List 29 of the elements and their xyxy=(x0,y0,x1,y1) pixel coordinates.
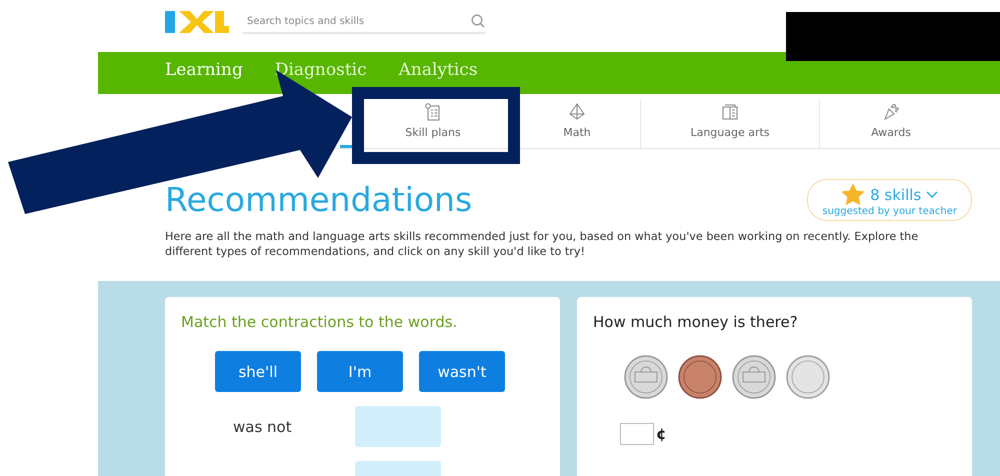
nav-tab[interactable]: Diagnostic xyxy=(274,60,367,80)
subnav-tab[interactable]: Awards xyxy=(819,100,962,148)
answer-tile[interactable]: wasn't xyxy=(419,351,505,392)
subnav-tab[interactable]: Math xyxy=(513,100,640,148)
search-field[interactable]: Search topics and skills xyxy=(243,16,471,26)
star-icon xyxy=(841,183,866,206)
nav-tab[interactable]: Learning xyxy=(165,60,243,80)
answer-tile[interactable]: she'll xyxy=(215,351,301,392)
logo-icon xyxy=(165,11,229,33)
page-title: Recommendations xyxy=(165,183,472,217)
subnav-tab[interactable]: Language arts xyxy=(640,100,819,148)
chevron-down-icon xyxy=(926,190,938,198)
subnav-tab[interactable]: Skill plans xyxy=(352,100,513,148)
skill-plans-icon xyxy=(424,103,442,121)
answer-field[interactable] xyxy=(620,423,654,445)
word-label: was not xyxy=(233,418,293,436)
cent-sign: ¢ xyxy=(656,425,666,443)
question-prompt: How much money is there? xyxy=(593,313,799,331)
teacher-skills-button[interactable]: 8 skills suggested by your teacher xyxy=(807,179,972,221)
search-icon xyxy=(471,14,485,28)
answer-tile[interactable]: I'm xyxy=(317,351,403,392)
awards-icon xyxy=(882,103,900,121)
search-field[interactable]: Search topics and skills xyxy=(243,10,485,34)
math-icon xyxy=(568,103,586,121)
language-arts-icon xyxy=(721,103,739,121)
nav-tab[interactable]: Analytics xyxy=(398,60,478,80)
question-prompt: Match the contractions to the words. xyxy=(181,313,458,331)
drop-target[interactable] xyxy=(355,406,441,447)
description-text: Here are all the math and language arts skills recommended just for you, based on what you've been working on recently. Explore the different types of recommendations, and click on any skill you'd like to try! xyxy=(165,229,920,259)
